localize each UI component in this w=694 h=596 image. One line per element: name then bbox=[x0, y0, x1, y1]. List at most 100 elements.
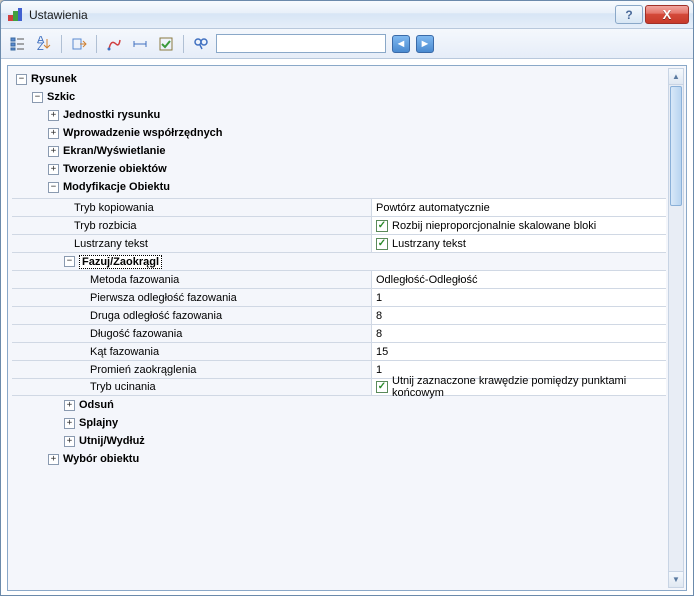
tree-label: Tworzenie obiektów bbox=[63, 163, 167, 175]
tree-label: Szkic bbox=[47, 91, 75, 103]
export-icon[interactable] bbox=[68, 33, 90, 55]
prop-value: 8 bbox=[376, 310, 382, 322]
scroll-up-icon[interactable]: ▲ bbox=[669, 69, 683, 85]
help-button[interactable]: ? bbox=[615, 5, 643, 24]
prop-label: Tryb kopiowania bbox=[12, 202, 154, 214]
prop-value: Powtórz automatycznie bbox=[376, 202, 490, 214]
titlebar: Ustawienia ? X bbox=[1, 1, 693, 29]
content-panel: −Rysunek −Szkic +Jednostki rysunku +Wpro… bbox=[7, 65, 687, 591]
arrow-left-icon: ◄ bbox=[396, 38, 407, 50]
prop-value: 8 bbox=[376, 328, 382, 340]
prop-row-metoda[interactable]: Metoda fazowania Odległość-Odległość bbox=[12, 270, 666, 288]
tree-node-wybor[interactable]: + Wybór obiektu bbox=[12, 450, 666, 468]
tree-node-jednostki[interactable]: + Jednostki rysunku bbox=[12, 106, 666, 124]
prop-value: Rozbij nieproporcjonalnie skalowane blok… bbox=[392, 220, 596, 232]
expand-icon[interactable]: + bbox=[48, 146, 59, 157]
vertical-scrollbar[interactable]: ▲ ▼ bbox=[668, 68, 684, 588]
sort-icon[interactable]: AZ bbox=[33, 33, 55, 55]
tree-label: Odsuń bbox=[79, 399, 114, 411]
tree-node-szkic[interactable]: −Szkic bbox=[12, 88, 666, 106]
tree-node-wspolrzedne[interactable]: + Wprowadzenie współrzędnych bbox=[12, 124, 666, 142]
tree-label: Ekran/Wyświetlanie bbox=[63, 145, 166, 157]
tree-label: Fazuj/Zaokrągl bbox=[79, 255, 162, 269]
svg-text:Z: Z bbox=[37, 41, 44, 52]
scroll-down-icon[interactable]: ▼ bbox=[669, 571, 683, 587]
find-icon[interactable] bbox=[190, 33, 212, 55]
search-input[interactable] bbox=[216, 34, 386, 53]
collapse-icon[interactable]: − bbox=[48, 182, 59, 193]
prop-label: Tryb rozbicia bbox=[12, 220, 137, 232]
arrow-right-icon: ► bbox=[420, 38, 431, 50]
drawing-icon[interactable] bbox=[103, 33, 125, 55]
tree-node-modyfikacje[interactable]: −Modyfikacje Obiektu bbox=[12, 178, 666, 196]
search-next-button[interactable]: ► bbox=[416, 35, 434, 53]
content-wrapper: −Rysunek −Szkic +Jednostki rysunku +Wpro… bbox=[1, 59, 693, 596]
prop-row-tryb-rozbicia[interactable]: Tryb rozbicia Rozbij nieproporcjonalnie … bbox=[12, 216, 666, 234]
help-icon: ? bbox=[625, 8, 632, 22]
prop-label: Promień zaokrąglenia bbox=[12, 364, 196, 376]
window-title: Ustawienia bbox=[29, 8, 613, 22]
expand-icon[interactable]: + bbox=[64, 400, 75, 411]
props-modyfikacje: Tryb kopiowania Powtórz automatycznie Tr… bbox=[12, 198, 666, 396]
tree-label: Utnij/Wydłuż bbox=[79, 435, 145, 447]
prop-value: Odległość-Odległość bbox=[376, 274, 478, 286]
expand-icon[interactable]: + bbox=[64, 436, 75, 447]
toolbar-separator bbox=[96, 35, 97, 53]
categorize-icon[interactable] bbox=[7, 33, 29, 55]
prop-row-tryb-kopiowania[interactable]: Tryb kopiowania Powtórz automatycznie bbox=[12, 198, 666, 216]
tree-node-fazuj[interactable]: −Fazuj/Zaokrągl bbox=[12, 252, 666, 270]
tree-label: Rysunek bbox=[31, 73, 77, 85]
prop-row-pierwsza[interactable]: Pierwsza odległość fazowania 1 bbox=[12, 288, 666, 306]
tree-label: Jednostki rysunku bbox=[63, 109, 160, 121]
tree-label: Splajny bbox=[79, 417, 118, 429]
expand-icon[interactable]: + bbox=[48, 128, 59, 139]
app-icon bbox=[7, 7, 23, 23]
checkbox-icon[interactable] bbox=[376, 238, 388, 250]
collapse-icon[interactable]: − bbox=[16, 74, 27, 85]
prop-label: Druga odległość fazowania bbox=[12, 310, 222, 322]
collapse-icon[interactable]: − bbox=[64, 256, 75, 267]
prop-label: Pierwsza odległość fazowania bbox=[12, 292, 237, 304]
expand-icon[interactable]: + bbox=[48, 454, 59, 465]
prop-row-dlugosc[interactable]: Długość fazowania 8 bbox=[12, 324, 666, 342]
expand-icon[interactable]: + bbox=[48, 164, 59, 175]
tree-node-rysunek[interactable]: −Rysunek bbox=[12, 70, 666, 88]
close-button[interactable]: X bbox=[645, 5, 689, 24]
prop-row-druga[interactable]: Druga odległość fazowania 8 bbox=[12, 306, 666, 324]
prop-value: 1 bbox=[376, 292, 382, 304]
prop-value: 1 bbox=[376, 364, 382, 376]
toolbar-separator bbox=[61, 35, 62, 53]
scroll-thumb[interactable] bbox=[670, 86, 682, 206]
apply-icon[interactable] bbox=[155, 33, 177, 55]
tree-label: Wybór obiektu bbox=[63, 453, 139, 465]
toolbar: AZ ◄ ► bbox=[1, 29, 693, 59]
tree-node-splajny[interactable]: + Splajny bbox=[12, 414, 666, 432]
tree-node-ekran[interactable]: + Ekran/Wyświetlanie bbox=[12, 142, 666, 160]
prop-row-tryb-ucinania[interactable]: Tryb ucinania Utnij zaznaczone krawędzie… bbox=[12, 378, 666, 396]
toolbar-separator bbox=[183, 35, 184, 53]
prop-label: Lustrzany tekst bbox=[12, 238, 148, 250]
prop-label: Metoda fazowania bbox=[12, 274, 179, 286]
expand-icon[interactable]: + bbox=[48, 110, 59, 121]
prop-label: Długość fazowania bbox=[12, 328, 182, 340]
prop-row-lustrzany[interactable]: Lustrzany tekst Lustrzany tekst bbox=[12, 234, 666, 252]
checkbox-icon[interactable] bbox=[376, 381, 388, 393]
expand-icon[interactable]: + bbox=[64, 418, 75, 429]
tree-node-utnij[interactable]: + Utnij/Wydłuż bbox=[12, 432, 666, 450]
tree-node-tworzenie[interactable]: + Tworzenie obiektów bbox=[12, 160, 666, 178]
prop-label: Kąt fazowania bbox=[12, 346, 159, 358]
collapse-icon[interactable]: − bbox=[32, 92, 43, 103]
prop-value: Utnij zaznaczone krawędzie pomiędzy punk… bbox=[392, 375, 662, 399]
prop-row-kat[interactable]: Kąt fazowania 15 bbox=[12, 342, 666, 360]
settings-window: Ustawienia ? X AZ ◄ ► −Rysunek −Szkic +J… bbox=[0, 0, 694, 596]
dimension-icon[interactable] bbox=[129, 33, 151, 55]
tree-area: −Rysunek −Szkic +Jednostki rysunku +Wpro… bbox=[12, 70, 666, 586]
prop-label: Tryb ucinania bbox=[12, 381, 156, 393]
prop-value: 15 bbox=[376, 346, 388, 358]
tree-label: Modyfikacje Obiektu bbox=[63, 181, 170, 193]
prop-value: Lustrzany tekst bbox=[392, 238, 466, 250]
search-prev-button[interactable]: ◄ bbox=[392, 35, 410, 53]
close-icon: X bbox=[663, 7, 672, 22]
checkbox-icon[interactable] bbox=[376, 220, 388, 232]
tree-label: Wprowadzenie współrzędnych bbox=[63, 127, 223, 139]
